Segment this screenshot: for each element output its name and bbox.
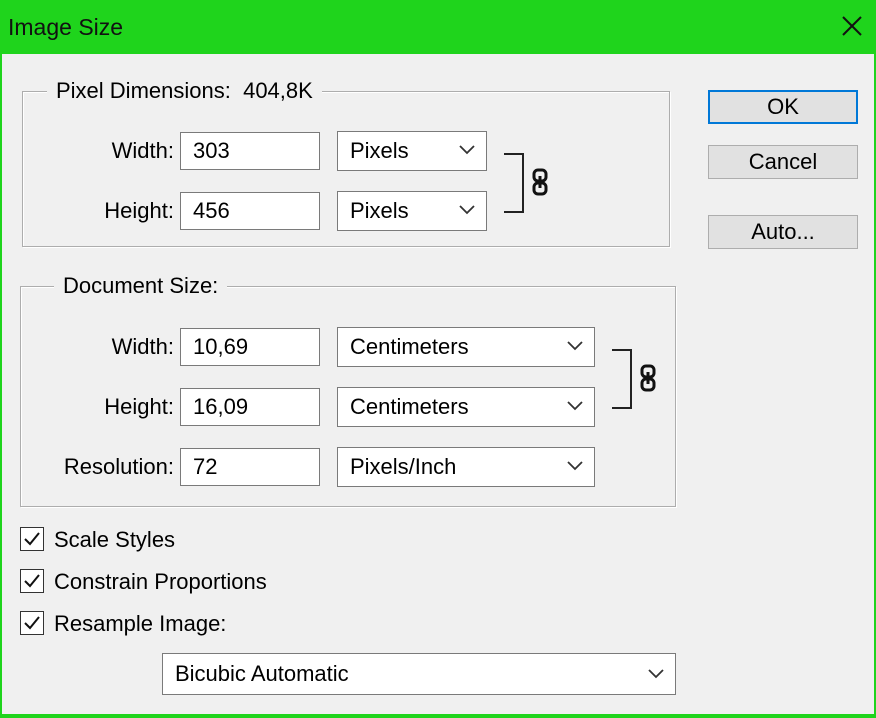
document-height-unit-select[interactable]: Centimeters xyxy=(337,387,595,427)
cancel-button[interactable]: Cancel xyxy=(708,145,858,179)
pixel-height-unit-select[interactable]: Pixels xyxy=(337,191,487,231)
pixel-width-label: Width: xyxy=(111,138,174,163)
document-width-unit-value: Centimeters xyxy=(350,334,469,359)
scale-styles-label: Scale Styles xyxy=(54,527,176,552)
checkmark-icon xyxy=(24,532,40,546)
document-width-label: Width: xyxy=(111,334,174,359)
chevron-down-icon xyxy=(567,461,583,471)
chevron-down-icon xyxy=(648,669,664,679)
chain-link-icon xyxy=(532,168,548,196)
dialog-body: Pixel Dimensions: 404,8K Width: Pixels H… xyxy=(2,54,874,714)
constrain-proportions-checkbox[interactable] xyxy=(20,569,44,593)
constrain-proportions-label: Constrain Proportions xyxy=(54,569,267,594)
resample-method-value: Bicubic Automatic xyxy=(175,661,349,686)
checkmark-icon xyxy=(24,574,40,588)
chevron-down-icon xyxy=(459,145,475,155)
resolution-label: Resolution: xyxy=(63,454,174,479)
pixel-width-input[interactable] xyxy=(180,132,320,170)
pixel-dimensions-legend: Pixel Dimensions: 404,8K xyxy=(47,78,322,104)
pixel-width-unit-value: Pixels xyxy=(350,138,409,163)
pixel-height-input[interactable] xyxy=(180,192,320,230)
resample-image-label: Resample Image: xyxy=(54,611,227,636)
document-width-unit-select[interactable]: Centimeters xyxy=(337,327,595,367)
document-height-input[interactable] xyxy=(180,388,320,426)
pixel-height-unit-value: Pixels xyxy=(350,198,409,223)
checkmark-icon xyxy=(24,616,40,630)
auto-button[interactable]: Auto... xyxy=(708,215,858,249)
pixel-height-label: Height: xyxy=(104,198,174,223)
pixel-dimensions-size: 404,8K xyxy=(243,78,313,103)
title-bar[interactable]: Image Size xyxy=(0,0,876,52)
scale-styles-checkbox[interactable] xyxy=(20,527,44,551)
pixel-width-unit-select[interactable]: Pixels xyxy=(337,131,487,171)
close-icon xyxy=(842,16,862,36)
image-size-dialog: Image Size Pixel Dimensions: 404,8K Widt… xyxy=(0,0,876,718)
chevron-down-icon xyxy=(567,341,583,351)
resolution-unit-select[interactable]: Pixels/Inch xyxy=(337,447,595,487)
resolution-input[interactable] xyxy=(180,448,320,486)
document-size-title: Document Size: xyxy=(63,273,219,298)
resample-method-select[interactable]: Bicubic Automatic xyxy=(162,653,676,695)
document-height-label: Height: xyxy=(104,394,174,419)
close-button[interactable] xyxy=(840,14,864,38)
chevron-down-icon xyxy=(459,205,475,215)
resample-image-checkbox[interactable] xyxy=(20,611,44,635)
document-size-legend: Document Size: xyxy=(54,273,228,299)
ok-button[interactable]: OK xyxy=(708,90,858,124)
pixel-constrain-bracket xyxy=(504,153,524,213)
document-width-input[interactable] xyxy=(180,328,320,366)
document-constrain-bracket xyxy=(612,349,632,409)
resolution-unit-value: Pixels/Inch xyxy=(350,454,457,479)
document-height-unit-value: Centimeters xyxy=(350,394,469,419)
window-title: Image Size xyxy=(8,14,124,40)
chevron-down-icon xyxy=(567,401,583,411)
chain-link-icon xyxy=(640,364,656,392)
pixel-dimensions-title: Pixel Dimensions: xyxy=(56,78,231,103)
